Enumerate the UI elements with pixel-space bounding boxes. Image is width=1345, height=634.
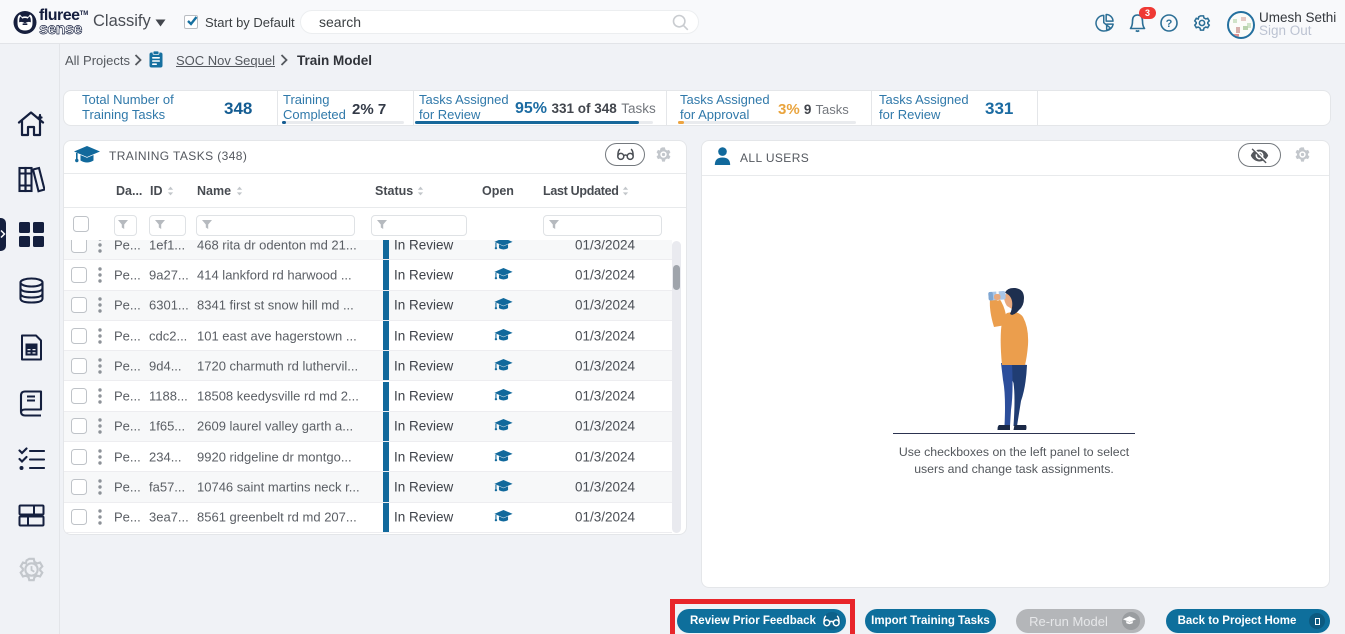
svg-text:?: ? [1166,18,1173,30]
